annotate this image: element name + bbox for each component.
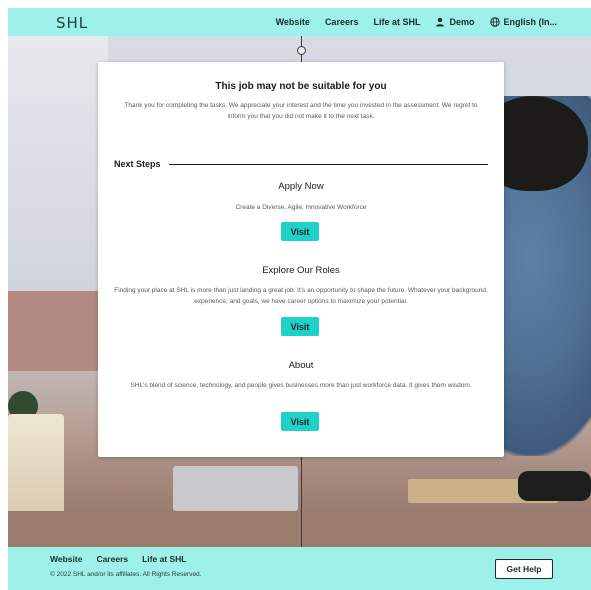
divider-line [168,163,488,165]
bg-lamp-ring [297,46,306,55]
footer-life-at-shl-link[interactable]: Life at SHL [142,554,186,564]
language-label: English (In... [503,17,558,27]
next-steps-divider: Next Steps [114,157,488,171]
footer: Website Careers Life at SHL © 2022 SHL a… [8,547,591,590]
explore-roles-visit-button[interactable]: Visit [281,317,319,336]
footer-website-link[interactable]: Website [50,554,82,564]
result-card: This job may not be suitable for you Tha… [98,62,504,457]
top-nav-bar: SHL Website Careers Life at SHL Demo Eng… [8,8,591,36]
bg-phone [518,471,591,501]
explore-roles-title: Explore Our Roles [262,265,340,276]
about-visit-button[interactable]: Visit [281,412,319,431]
nav-demo-menu[interactable]: Demo [435,17,475,27]
nav-life-at-shl-link[interactable]: Life at SHL [373,17,420,27]
bg-wall [8,291,108,371]
bg-plant-pot [8,414,64,514]
about-text: SHL's blend of science, technology, and … [130,382,472,389]
globe-icon [489,17,500,27]
next-steps-label: Next Steps [114,159,161,169]
explore-roles-text: Finding your place at SHL is more than j… [114,287,488,305]
apply-now-visit-button[interactable]: Visit [281,222,319,241]
card-title: This job may not be suitable for you [215,81,387,92]
copyright-text: © 2022 SHL and/or its affiliates. All Ri… [50,571,202,578]
apply-now-text: Create a Diverse, Agile, Innovative Work… [235,204,367,211]
nav-demo-label: Demo [449,17,475,27]
nav-careers-link[interactable]: Careers [325,17,359,27]
top-nav: Website Careers Life at SHL Demo English… [276,8,557,36]
nav-life-label: Life at SHL [373,17,421,27]
nav-website-link[interactable]: Website [276,17,310,27]
get-help-button[interactable]: Get Help [495,559,553,579]
bg-laptop [173,466,298,511]
card-message: Thank you for completing the tasks. We a… [124,102,478,120]
about-title: About [288,360,314,371]
bg-window [8,36,108,306]
shl-logo[interactable]: SHL [56,14,88,32]
footer-careers-link[interactable]: Careers [96,554,128,564]
footer-links: Website Careers Life at SHL [50,554,187,564]
nav-careers-label: Careers [324,17,359,27]
nav-website-label: Website [275,17,310,27]
apply-now-title: Apply Now [278,181,324,192]
language-selector[interactable]: English (In... [489,17,558,27]
user-icon [436,17,445,27]
bg-desk [8,511,591,547]
